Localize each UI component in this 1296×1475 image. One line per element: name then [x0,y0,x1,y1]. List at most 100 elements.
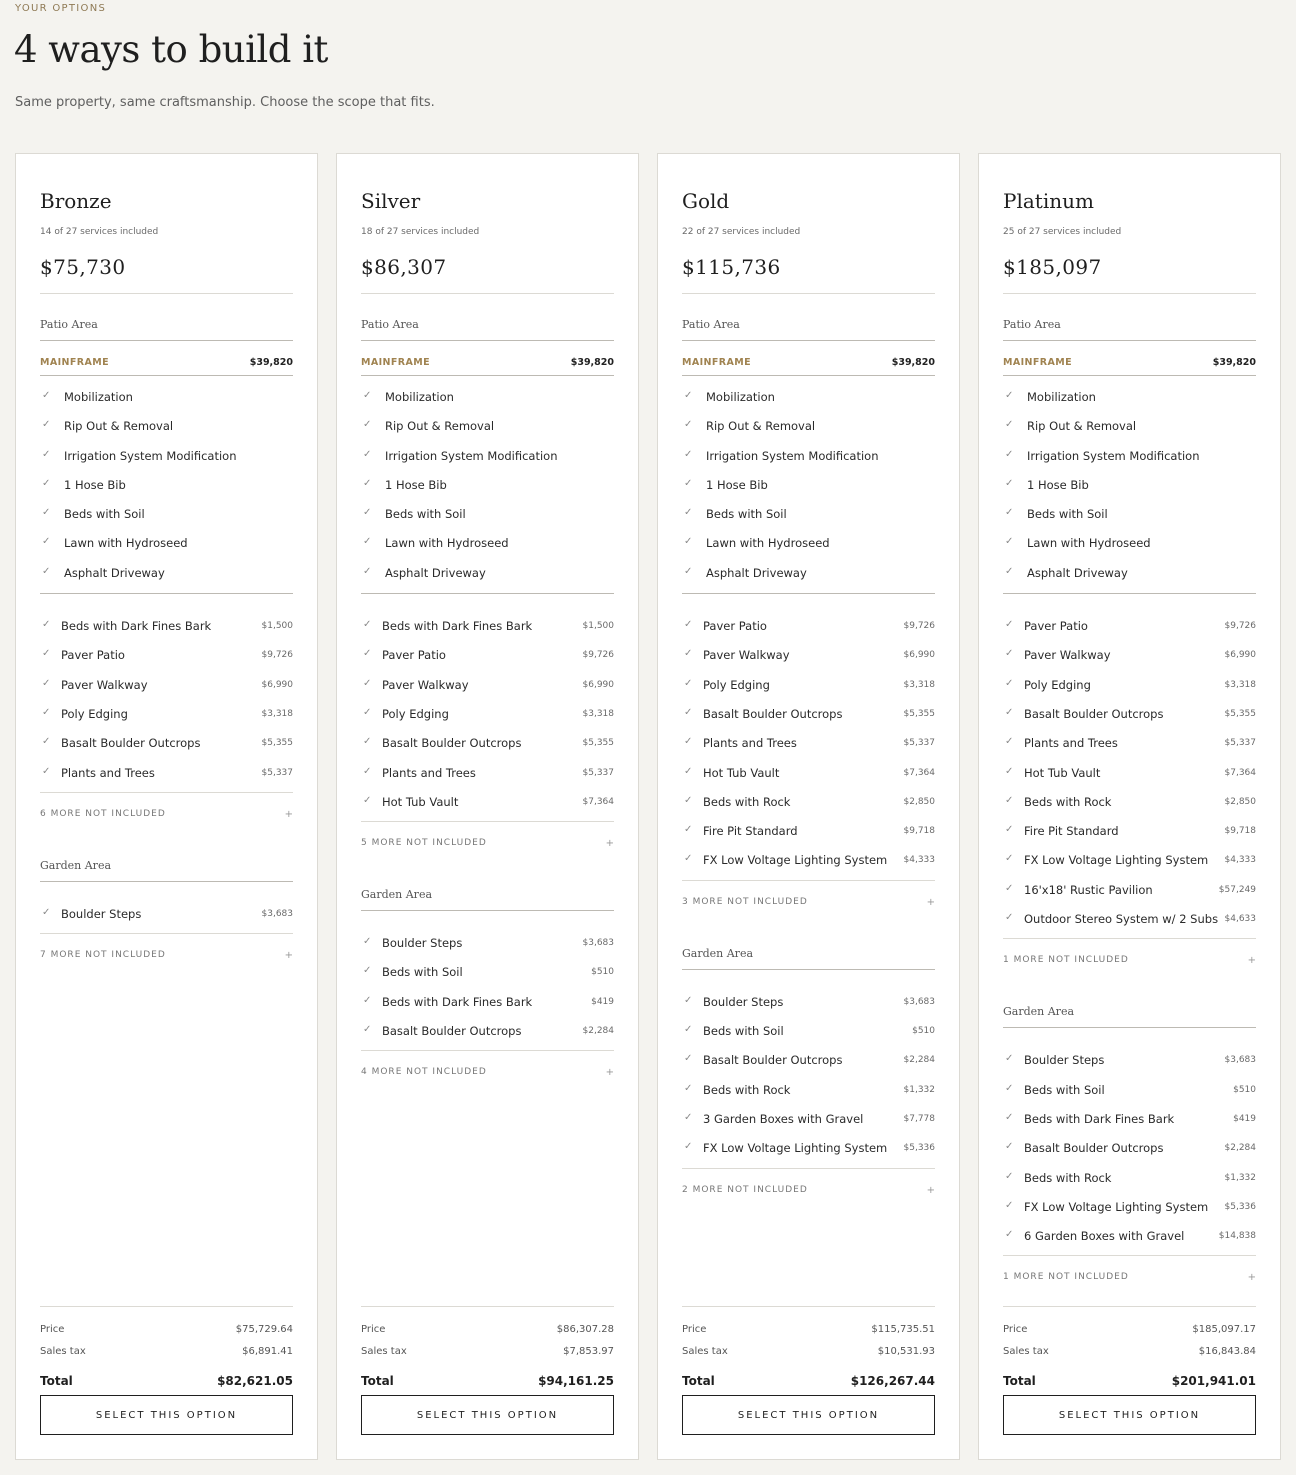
sales-tax-label: Sales tax [361,1346,407,1357]
mainframe-items: ✓ Mobilization ✓ Rip Out & Removal ✓ Irrigati… [1003,376,1256,595]
not-included-toggle[interactable]: 7 MORE NOT INCLUDED + [40,934,293,976]
list-item: ✓ Fire Pit Standard $9,718 [1003,813,1256,842]
mainframe-item: ✓ Mobilization [682,379,935,408]
mainframe-item: ✓ Mobilization [1003,379,1256,408]
item-name: Beds with Soil [1027,507,1108,522]
price-summary: Price $185,097.17 Sales tax $16,843.84 Total… [1003,1306,1256,1388]
item-name: Lawn with Hydroseed [64,536,188,551]
check-icon: ✓ [363,965,372,977]
mainframe-item: ✓ Beds with Soil [361,496,614,525]
item-name: Paver Patio [703,619,767,634]
list-item: ✓ FX Low Voltage Lighting System $5,336 [682,1130,935,1159]
check-icon: ✓ [363,736,372,748]
check-icon: ✓ [1005,882,1014,894]
option-price: $75,730 [40,255,126,279]
mainframe-item: ✓ Irrigation System Modification [682,438,935,467]
option-price: $185,097 [1003,255,1102,279]
not-included-toggle[interactable]: 1 MORE NOT INCLUDED + [1003,939,1256,981]
check-icon: ✓ [42,906,51,918]
included-items: ✓ Boulder Steps $3,683 ✓ Beds with Soil $510 ✓… [682,970,935,1169]
list-item: ✓ Beds with Soil $510 [361,954,614,983]
check-icon: ✓ [684,536,693,548]
check-icon: ✓ [363,619,372,631]
mainframe-item: ✓ Asphalt Driveway [40,555,293,584]
item-price: $1,500 [261,621,294,632]
item-name: FX Low Voltage Lighting System [1024,1199,1209,1214]
item-name: Beds with Rock [1024,794,1112,809]
check-icon: ✓ [1005,706,1014,718]
list-item: ✓ Beds with Rock $1,332 [1003,1160,1256,1189]
item-price: $14,838 [1218,1231,1256,1242]
not-included-toggle[interactable]: 1 MORE NOT INCLUDED + [1003,1256,1256,1298]
item-name: Plants and Trees [61,765,155,780]
item-name: Beds with Rock [703,1082,791,1097]
item-price: $9,726 [1224,621,1257,632]
item-price: $5,355 [582,738,615,749]
list-item: ✓ Paver Patio $9,726 [1003,608,1256,637]
check-icon: ✓ [363,765,372,777]
item-price: $3,683 [903,996,936,1007]
item-price: $1,332 [903,1084,936,1095]
check-icon: ✓ [684,1024,693,1036]
subtotal-value: $185,097.17 [1192,1324,1256,1335]
area-name: Garden Area [40,858,112,872]
sales-tax-label: Sales tax [40,1346,86,1357]
not-included-toggle[interactable]: 2 MORE NOT INCLUDED + [682,1169,935,1211]
list-item: ✓ FX Low Voltage Lighting System $4,333 [682,842,935,871]
mainframe-item: ✓ Lawn with Hydroseed [40,525,293,554]
included-items: ✓ Paver Patio $9,726 ✓ Paver Walkway $6,990 ✓ P… [1003,594,1257,940]
check-icon: ✓ [42,448,51,460]
item-name: Paver Walkway [1024,648,1111,663]
item-name: 6 Garden Boxes with Gravel [1024,1229,1185,1244]
item-name: Basalt Boulder Outcrops [382,1024,522,1039]
select-option-button[interactable]: SELECT THIS OPTION [682,1395,935,1435]
item-price: $9,718 [903,826,936,837]
check-icon: ✓ [684,824,693,836]
mainframe-item: ✓ Rip Out & Removal [682,408,935,437]
list-item: ✓ 16'x18' Rustic Pavilion $57,249 [1003,872,1256,901]
mainframe-item: ✓ Lawn with Hydroseed [361,525,614,554]
option-name: Bronze [40,189,112,213]
plus-icon: + [284,950,293,962]
not-included-toggle[interactable]: 4 MORE NOT INCLUDED + [361,1051,614,1093]
area-heading: Patio Area [361,294,614,341]
mainframe-price: $39,820 [891,357,935,368]
check-icon: ✓ [1005,565,1014,577]
item-name: 1 Hose Bib [1027,477,1089,492]
check-icon: ✓ [363,565,372,577]
check-icon: ✓ [42,390,51,401]
mainframe-item: ✓ 1 Hose Bib [1003,467,1256,496]
list-item: ✓ Beds with Rock $2,850 [682,784,935,813]
check-icon: ✓ [684,994,693,1006]
item-name: 1 Hose Bib [64,477,126,492]
mainframe-price: $39,820 [249,357,293,368]
select-option-button[interactable]: SELECT THIS OPTION [40,1395,293,1435]
not-included-toggle[interactable]: 3 MORE NOT INCLUDED + [682,881,935,923]
item-name: Outdoor Stereo System w/ 2 Subs [1024,912,1219,927]
check-icon: ✓ [1005,1199,1014,1211]
area-name: Patio Area [40,318,98,331]
list-item: ✓ Beds with Dark Fines Bark $1,500 [40,608,293,637]
item-name: Boulder Steps [703,994,784,1009]
item-price: $6,990 [903,650,936,661]
not-included-label: 1 MORE NOT INCLUDED [1003,1272,1129,1283]
option-scope: Patio Area MAINFRAME $39,820 ✓ Mobilization ✓… [40,294,293,976]
item-price: $3,683 [261,908,294,919]
item-name: Beds with Rock [703,794,791,809]
select-option-button[interactable]: SELECT THIS OPTION [1003,1395,1256,1435]
list-item: ✓ Basalt Boulder Outcrops $5,355 [40,725,293,754]
check-icon: ✓ [1005,390,1014,401]
list-item: ✓ Paver Patio $9,726 [361,637,614,666]
check-icon: ✓ [42,648,51,660]
total-label: Total [682,1374,715,1388]
check-icon: ✓ [684,765,693,777]
item-price: $5,337 [1224,738,1257,749]
check-icon: ✓ [42,619,51,631]
total-label: Total [361,1374,394,1388]
not-included-toggle[interactable]: 5 MORE NOT INCLUDED + [361,822,614,864]
select-option-button[interactable]: SELECT THIS OPTION [361,1395,614,1435]
not-included-toggle[interactable]: 6 MORE NOT INCLUDED + [40,793,293,835]
mainframe-item: ✓ Beds with Soil [1003,496,1256,525]
check-icon: ✓ [684,794,693,806]
item-price: $3,318 [903,679,936,690]
